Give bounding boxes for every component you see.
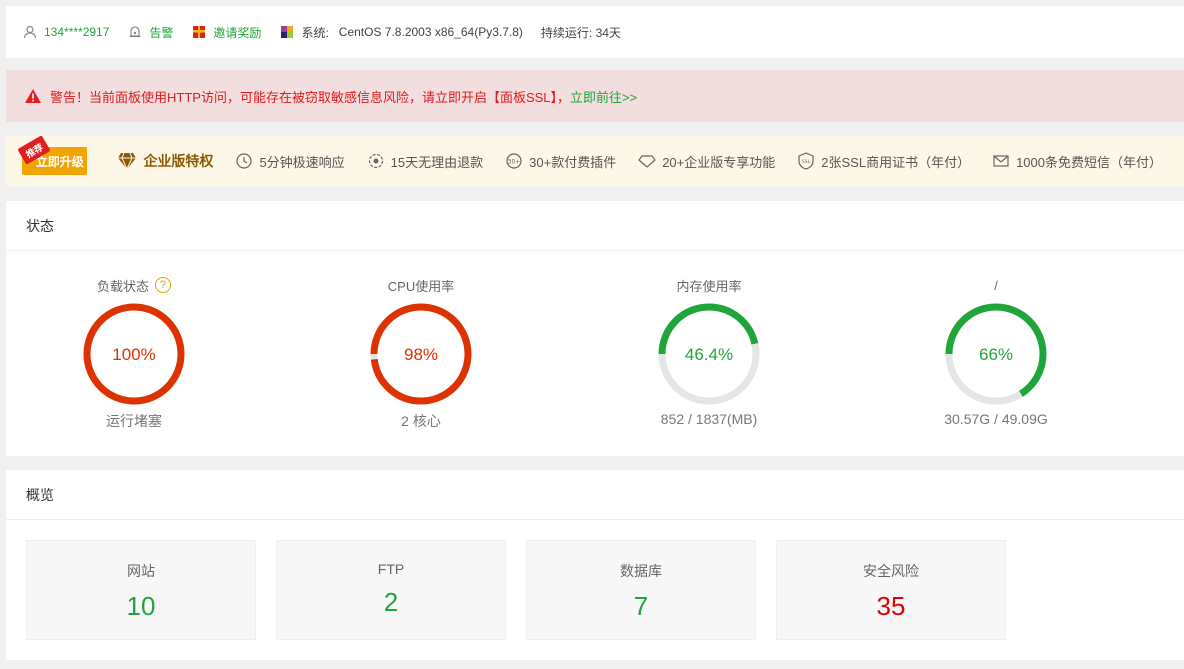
refund-icon: [367, 152, 385, 170]
gauge-subtext: 运行堵塞: [106, 413, 162, 429]
feature-plugins: 30+ 30+款付费插件: [505, 152, 616, 171]
gauge-title: /: [994, 277, 998, 293]
feature-sms: 1000条免费短信（年付）: [992, 152, 1162, 171]
overview-panel: 概览 网站 10 FTP 2 数据库 7 安全风险 35: [6, 470, 1184, 660]
user-icon: [22, 24, 38, 40]
feature-text: 1000条免费短信（年付）: [1016, 154, 1162, 170]
feature-text: 20+企业版专享功能: [662, 154, 776, 170]
os-icon: [279, 24, 295, 40]
mail-icon: [992, 152, 1010, 170]
overview-title: 概览: [6, 470, 1184, 520]
uptime: 持续运行: 34天: [541, 24, 621, 41]
warning-icon: [24, 88, 42, 104]
uptime-text: 持续运行: 34天: [540, 25, 621, 40]
alert-text: 警告！当前面板使用HTTP访问，可能存在被窃取敏感信息风险，请立即开启【面板SS…: [50, 89, 571, 105]
enable-ssl-link[interactable]: 立即前往>>: [570, 87, 637, 106]
feature-ssl: SSL 2张SSL商用证书（年付）: [797, 152, 970, 171]
status-panel: 状态 负载状态 ? 100% 运行堵塞 CPU使用率 98% 2 核心 内存使用…: [6, 201, 1184, 456]
disk-gauge[interactable]: / 66% 30.57G / 49.09G: [906, 275, 1086, 428]
card-value[interactable]: 7: [527, 591, 755, 622]
ssl-icon: SSL: [797, 152, 815, 170]
alarm-link[interactable]: 告警: [127, 24, 173, 41]
enterprise-privileges: 企业版特权: [117, 151, 213, 171]
cpu-gauge[interactable]: CPU使用率 98% 2 核心: [331, 275, 511, 431]
card-label: 安全风险: [863, 563, 919, 579]
feature-response: 5分钟极速响应: [235, 152, 345, 171]
gauge-value: 66%: [979, 345, 1013, 364]
invite-label[interactable]: 邀请奖励: [213, 24, 261, 41]
ftp-card[interactable]: FTP 2: [276, 540, 506, 640]
http-warning-alert: 警告！当前面板使用HTTP访问，可能存在被窃取敏感信息风险，请立即开启【面板SS…: [6, 70, 1184, 122]
gauges-row: 负载状态 ? 100% 运行堵塞 CPU使用率 98% 2 核心 内存使用率 4…: [6, 251, 1184, 455]
gauge-ring: 98%: [370, 303, 472, 405]
diamond-icon: [117, 152, 137, 171]
gauge-subtext: 2 核心: [401, 413, 441, 429]
help-icon[interactable]: ?: [155, 277, 171, 293]
feature-text: 5分钟极速响应: [259, 154, 345, 170]
feature-enterprise: 20+企业版专享功能: [638, 152, 775, 171]
websites-card[interactable]: 网站 10: [26, 540, 256, 640]
invite-link[interactable]: 邀请奖励: [191, 24, 261, 41]
feature-text: 2张SSL商用证书（年付）: [821, 154, 971, 170]
database-card[interactable]: 数据库 7: [526, 540, 756, 640]
gauge-ring: 100%: [83, 303, 185, 405]
feature-text: 15天无理由退款: [390, 154, 484, 170]
gauge-subtext: 852 / 1837(MB): [660, 411, 758, 427]
system-info: 系统: CentOS 7.8.2003 x86_64(Py3.7.8): [279, 24, 523, 41]
plugin-icon: 30+: [505, 152, 523, 170]
system-value: CentOS 7.8.2003 x86_64(Py3.7.8): [338, 25, 523, 39]
svg-text:SSL: SSL: [802, 159, 811, 165]
card-label: FTP: [377, 561, 405, 577]
svg-text:30+: 30+: [508, 159, 521, 166]
gauge-ring: 46.4%: [658, 303, 760, 405]
gauge-title: CPU使用率: [387, 278, 455, 294]
alarm-label[interactable]: 告警: [149, 24, 173, 41]
gauge-subtext: 30.57G / 49.09G: [944, 411, 1048, 427]
user-phone[interactable]: 134****2917: [44, 25, 109, 39]
feature-refund: 15天无理由退款: [367, 152, 483, 171]
gauge-title: 负载状态: [96, 278, 149, 294]
clock-icon: [235, 152, 253, 170]
card-label: 网站: [127, 563, 155, 579]
gauge-value: 46.4%: [685, 345, 733, 364]
user-account[interactable]: 134****2917: [22, 24, 109, 40]
load-gauge[interactable]: 负载状态 ? 100% 运行堵塞: [44, 275, 224, 431]
gift-icon: [191, 24, 207, 40]
status-title: 状态: [6, 201, 1184, 251]
security-risk-card[interactable]: 安全风险 35: [776, 540, 1006, 640]
top-info-bar: 134****2917 告警 邀请奖励 系统: CentOS 7.8.2003 …: [6, 6, 1184, 58]
upgrade-promo-bar: 推荐 立即升级 企业版特权 5分钟极速响应 15天无理由退款 30+ 30+款付…: [6, 136, 1184, 186]
feature-text: 30+款付费插件: [529, 154, 617, 170]
gauge-value: 98%: [404, 345, 438, 364]
gauge-title: 内存使用率: [676, 278, 742, 294]
card-value[interactable]: 35: [777, 591, 1005, 622]
enterprise-label: 企业版特权: [143, 153, 214, 169]
memory-gauge[interactable]: 内存使用率 46.4% 852 / 1837(MB): [619, 275, 799, 427]
card-value[interactable]: 10: [27, 591, 255, 622]
bell-icon: [127, 24, 143, 40]
card-label: 数据库: [620, 563, 662, 579]
upgrade-button[interactable]: 推荐 立即升级: [17, 136, 88, 175]
diamond-outline-icon: [638, 152, 657, 170]
card-value[interactable]: 2: [277, 587, 505, 618]
overview-cards: 网站 10 FTP 2 数据库 7 安全风险 35: [6, 520, 1184, 659]
gauge-ring: 66%: [945, 303, 1047, 405]
gauge-value: 100%: [112, 345, 155, 364]
system-label: 系统:: [301, 25, 329, 40]
